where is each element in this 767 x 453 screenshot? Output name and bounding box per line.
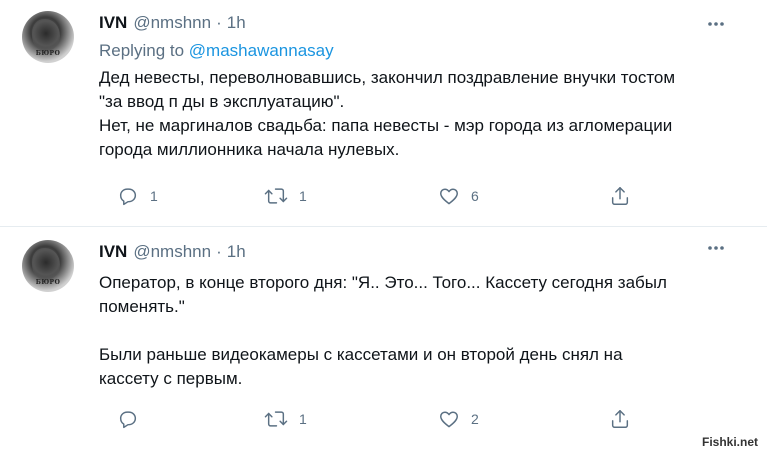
separator-dot: · (216, 13, 222, 32)
reply-button[interactable]: 1 (117, 184, 158, 208)
tweet-header: IVN @nmshnn · 1h (99, 241, 246, 263)
tweet-text-line: Дед невесты, переволновавшись, закончил … (99, 68, 676, 87)
avatar[interactable]: БЮРО (22, 240, 74, 292)
like-count: 2 (471, 411, 479, 427)
avatar[interactable]: БЮРО (22, 11, 74, 63)
tweet-text-line: Нет, не маргиналов свадьба: папа невесты… (99, 116, 673, 135)
separator-dot: · (216, 242, 222, 261)
replying-to-handle-link[interactable]: @mashawannasay (189, 41, 334, 60)
watermark: Fishki.net (698, 434, 761, 450)
retweet-count: 1 (299, 188, 307, 204)
more-options-button[interactable] (706, 17, 726, 31)
tweet-text-line: Были раньше видеокамеры с кассетами и он… (99, 345, 623, 364)
retweet-icon (264, 411, 288, 427)
tweet-header: IVN @nmshnn · 1h (99, 12, 246, 34)
tweet-text: Дед невесты, переволновавшись, закончил … (99, 66, 739, 162)
like-button[interactable]: 2 (438, 407, 479, 431)
tweet-text-line: поменять." (99, 297, 185, 316)
more-options-button[interactable] (706, 241, 726, 255)
author-handle[interactable]: @nmshnn (133, 242, 211, 262)
avatar-image (32, 248, 60, 280)
retweet-button[interactable]: 1 (264, 184, 307, 208)
author-handle[interactable]: @nmshnn (133, 13, 211, 33)
more-horizontal-icon (708, 246, 724, 250)
more-horizontal-icon (708, 22, 724, 26)
retweet-count: 1 (299, 411, 307, 427)
share-button[interactable] (609, 407, 631, 431)
tweet-feed: БЮРО IVN @nmshnn · 1h Replying to @masha… (0, 0, 767, 453)
author-name[interactable]: IVN (99, 242, 127, 262)
share-icon (611, 410, 629, 428)
heart-icon (440, 411, 458, 428)
tweet-text-line: "за ввод п ды в эксплуатацию". (99, 92, 345, 111)
reply-button[interactable] (117, 407, 150, 431)
reply-icon (119, 188, 137, 206)
reply-icon (119, 411, 137, 429)
tweet-text-line: города миллионника начала нулевых. (99, 140, 400, 159)
tweet-text-line: Оператор, в конце второго дня: "Я.. Это.… (99, 273, 667, 292)
replying-to-label: Replying to (99, 41, 189, 60)
reply-count: 1 (150, 188, 158, 204)
retweet-button[interactable]: 1 (264, 407, 307, 431)
like-button[interactable]: 6 (438, 184, 479, 208)
tweet-time[interactable]: 1h (227, 242, 246, 262)
avatar-caption: БЮРО (35, 50, 61, 57)
share-button[interactable] (609, 184, 631, 208)
tweet-time[interactable]: 1h (227, 13, 246, 33)
author-name[interactable]: IVN (99, 13, 127, 33)
tweet-actions: 1 1 6 (0, 184, 767, 208)
tweet-text: Оператор, в конце второго дня: "Я.. Это.… (99, 271, 739, 391)
avatar-caption: БЮРО (35, 279, 61, 286)
like-count: 6 (471, 188, 479, 204)
tweet-text-line: кассету с первым. (99, 369, 243, 388)
tweet[interactable]: БЮРО IVN @nmshnn · 1h Оператор, в конце … (0, 227, 767, 453)
replying-to: Replying to @mashawannasay (99, 41, 334, 61)
heart-icon (440, 188, 458, 205)
tweet-actions: 1 2 (0, 407, 767, 431)
avatar-image (32, 19, 60, 51)
tweet[interactable]: БЮРО IVN @nmshnn · 1h Replying to @masha… (0, 0, 767, 226)
retweet-icon (264, 188, 288, 204)
share-icon (611, 187, 629, 205)
